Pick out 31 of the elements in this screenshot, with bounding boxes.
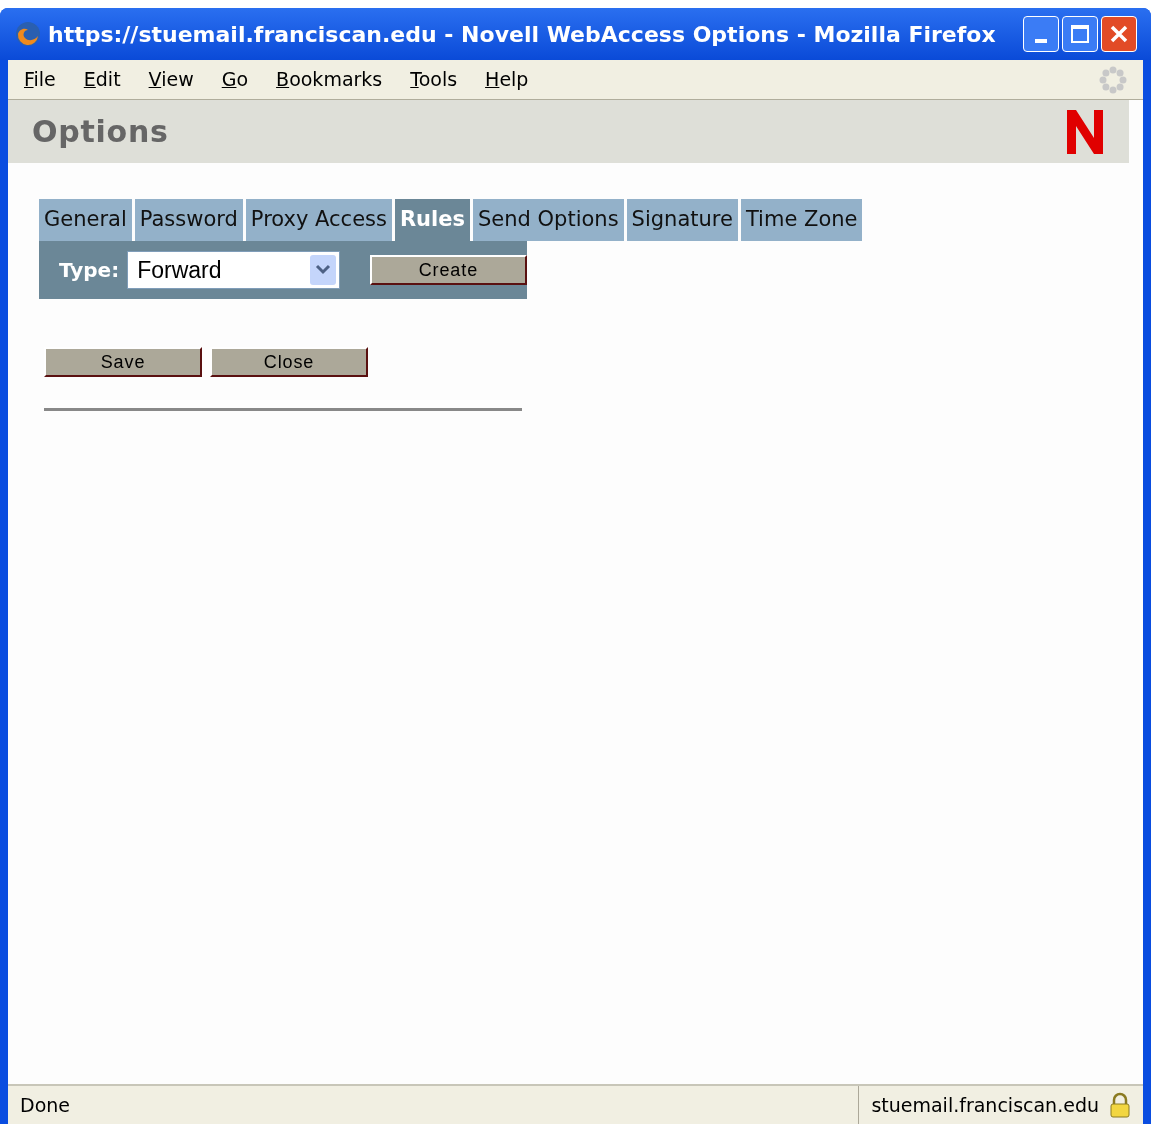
tab[interactable]: Password <box>134 199 243 241</box>
menu-item[interactable]: File <box>24 65 56 94</box>
tab[interactable]: General <box>39 199 132 241</box>
menu-item[interactable]: Edit <box>83 65 121 94</box>
close-button[interactable] <box>1101 16 1137 52</box>
menu-item[interactable]: Bookmarks <box>276 65 383 94</box>
tab[interactable]: Proxy Access <box>245 199 392 241</box>
menu-item[interactable]: Go <box>221 65 249 94</box>
tab[interactable]: Time Zone <box>740 199 863 241</box>
type-dropdown[interactable]: Forward <box>127 251 340 289</box>
type-label: Type: <box>59 257 120 284</box>
menu-item[interactable]: View <box>148 65 194 94</box>
throbber-icon <box>1099 65 1127 94</box>
menu-item[interactable]: Help <box>485 65 529 94</box>
maximize-button[interactable] <box>1062 16 1098 52</box>
browser-logo-icon <box>14 20 42 48</box>
status-host: stuemail.franciscan.edu <box>871 1092 1099 1118</box>
form-button[interactable]: Close <box>210 347 368 377</box>
n-logo-icon <box>1065 109 1105 154</box>
close-icon <box>1109 24 1129 44</box>
create-button[interactable]: Create <box>369 255 527 285</box>
status-text: Done <box>19 1092 71 1118</box>
window-title: https://stuemail.franciscan.edu - Novell WebAccess Options - Mozilla Firefox <box>48 20 997 49</box>
tab[interactable]: Signature <box>626 199 738 241</box>
form-button[interactable]: Save <box>44 347 202 377</box>
tab[interactable]: Send Options <box>473 199 624 241</box>
padlock-icon <box>1109 1092 1131 1118</box>
tab[interactable]: Rules <box>394 199 470 241</box>
minimize-button[interactable] <box>1023 16 1059 52</box>
menu-item[interactable]: Tools <box>410 65 458 94</box>
page-heading: Options <box>32 113 169 151</box>
